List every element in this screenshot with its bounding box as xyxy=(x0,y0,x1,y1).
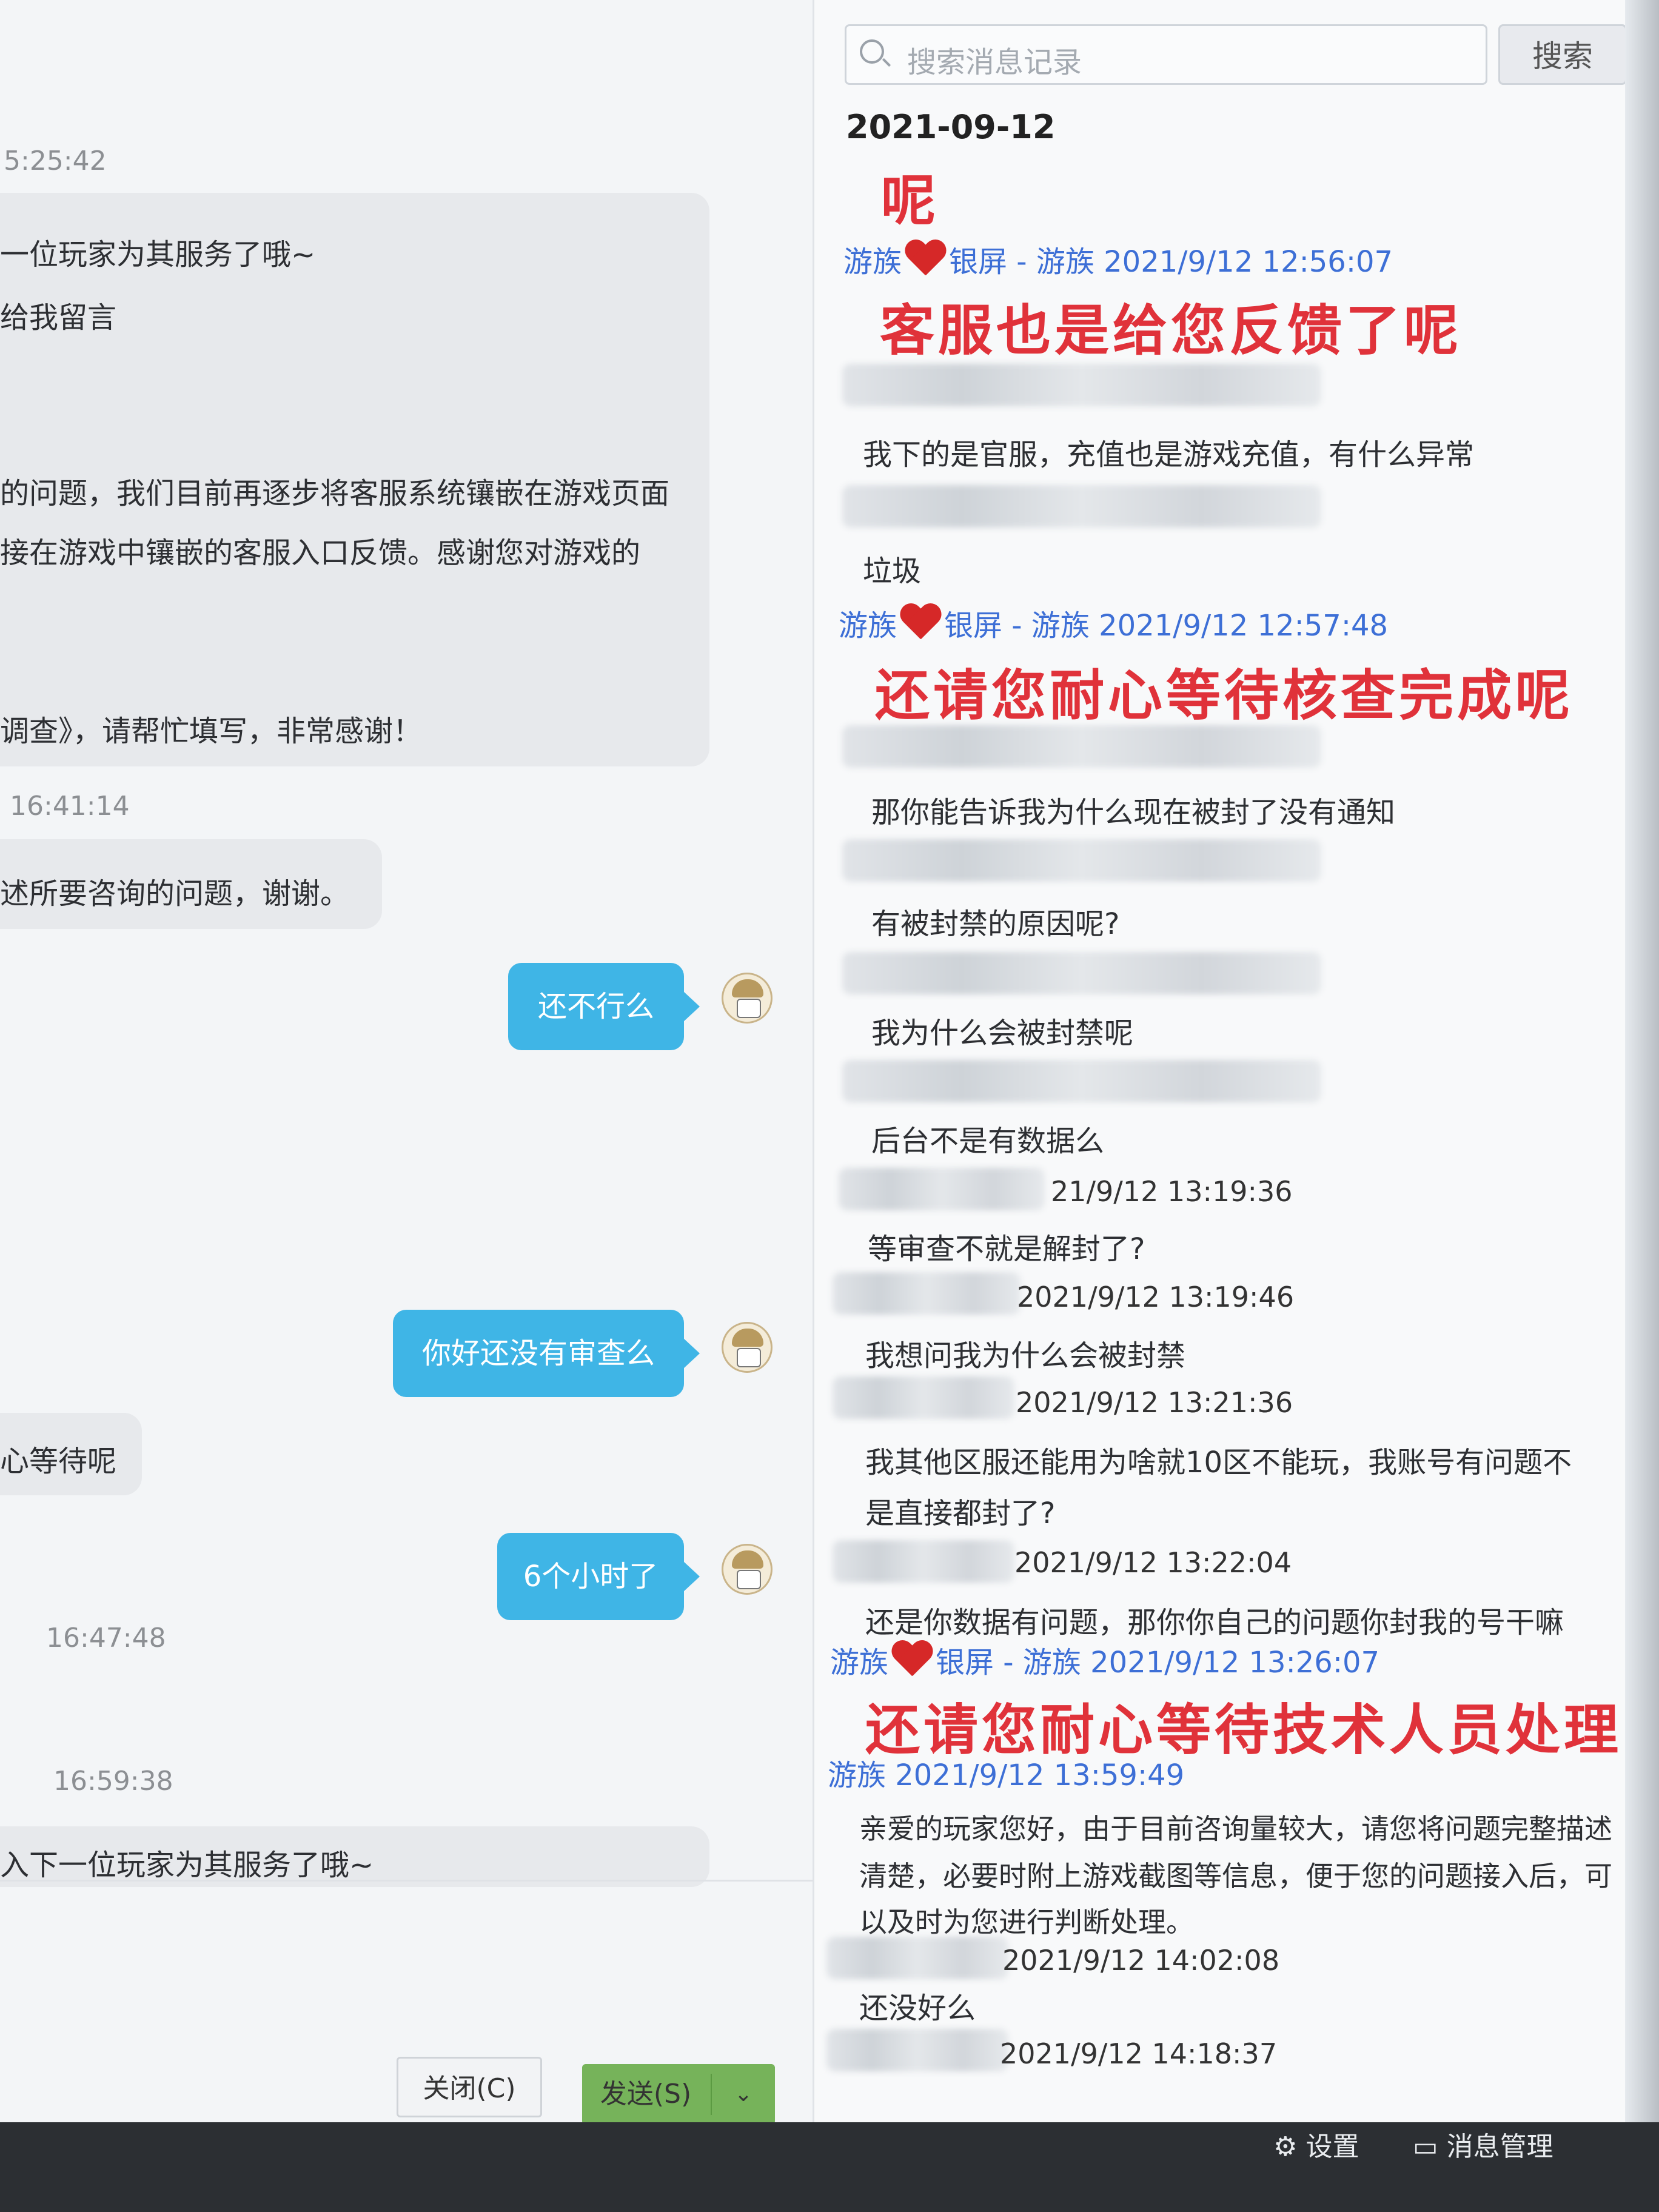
redacted-sender xyxy=(826,1937,1008,1979)
redacted-sender xyxy=(826,2029,1008,2071)
message-icon: ▭ xyxy=(1413,2131,1438,2162)
gear-icon: ⚙ xyxy=(1273,2131,1298,2162)
heart-icon xyxy=(904,240,947,279)
history-message: 后台不是有数据么 xyxy=(871,1124,1105,1158)
history-message: 我想问我为什么会被封禁 xyxy=(865,1339,1186,1373)
heart-icon xyxy=(891,1641,933,1680)
agent-reply-text: 呢 xyxy=(881,169,939,233)
taskbar xyxy=(0,2122,1659,2212)
message-text: 接在游戏中镶嵌的客服入口反馈。感谢您对游戏的 xyxy=(0,536,641,570)
agent-header: 游族 银屏 - 游族 2021/9/12 12:57:48 xyxy=(839,602,1388,644)
message-text: 心等待呢 xyxy=(0,1444,117,1478)
agent-reply-text: 还请您耐心等待核查完成呢 xyxy=(875,664,1574,728)
send-label: 发送(S) xyxy=(600,2079,692,2110)
timestamp: 5:25:42 xyxy=(4,146,107,176)
message-time: 2021/9/12 13:22:04 xyxy=(1014,1546,1292,1579)
redacted-sender xyxy=(842,485,1321,528)
history-message: 亲爱的玩家您好，由于目前咨询量较大，请您将问题完整描述 xyxy=(859,1812,1612,1845)
message-time: 2021/9/12 13:21:36 xyxy=(1016,1386,1293,1419)
agent-header: 游族 2021/9/12 13:59:49 xyxy=(828,1758,1185,1792)
agent-header: 游族 银屏 - 游族 2021/9/12 13:26:07 xyxy=(830,1638,1379,1681)
redacted-sender xyxy=(833,1540,1014,1583)
message-manage-button[interactable]: ▭ 消息管理 xyxy=(1413,2125,1553,2163)
search-button[interactable]: 搜索 xyxy=(1498,24,1625,85)
close-button[interactable]: 关闭(C) xyxy=(397,2057,542,2117)
user-avatar xyxy=(722,1322,773,1373)
chat-window: 5:25:42 一位玩家为其服务了哦~ 给我留言 的问题，我们目前再逐步将客服系… xyxy=(0,0,1625,2122)
redacted-sender xyxy=(842,364,1321,406)
agent-reply-text: 客服也是给您反馈了呢 xyxy=(880,299,1462,363)
agent-name: 游族 xyxy=(839,609,897,643)
search-icon xyxy=(860,39,884,64)
message-manage-label: 消息管理 xyxy=(1446,2131,1553,2162)
timestamp: 16:47:48 xyxy=(46,1623,166,1654)
agent-meta: 银屏 - 游族 2021/9/12 12:56:07 xyxy=(949,245,1393,279)
message-text: 一位玩家为其服务了哦~ xyxy=(0,238,316,272)
timestamp: 16:59:38 xyxy=(53,1766,173,1797)
history-message: 垃圾 xyxy=(863,554,922,588)
user-avatar xyxy=(722,1544,773,1595)
message-text: 给我留言 xyxy=(0,301,117,335)
search-placeholder: 搜索消息记录 xyxy=(907,45,1082,79)
redacted-sender xyxy=(839,1168,1045,1210)
timestamp: 16:41:14 xyxy=(10,791,130,822)
redacted-sender xyxy=(842,839,1321,882)
history-message: 等审查不就是解封了? xyxy=(868,1232,1145,1266)
redacted-sender xyxy=(833,1376,1014,1419)
message-text: 述所要咨询的问题，谢谢。 xyxy=(0,877,350,911)
message-time: 21/9/12 13:19:36 xyxy=(1051,1175,1293,1208)
chat-pane: 5:25:42 一位玩家为其服务了哦~ 给我留言 的问题，我们目前再逐步将客服系… xyxy=(0,0,813,2122)
agent-name: 游族 xyxy=(843,245,902,279)
message-text: 入下一位玩家为其服务了哦~ xyxy=(0,1848,374,1882)
agent-name: 游族 xyxy=(830,1646,889,1680)
window-edge xyxy=(1625,0,1659,2122)
history-message: 还是你数据有问题，那你你自己的问题你封我的号干嘛 xyxy=(865,1606,1564,1640)
message-text: 调查》，请帮忙填写，非常感谢！ xyxy=(0,714,423,748)
history-message: 我其他区服还能用为啥就10区不能玩，我账号有问题不 xyxy=(865,1446,1572,1480)
history-message: 我为什么会被封禁呢 xyxy=(871,1016,1134,1050)
message-time: 2021/9/12 14:18:37 xyxy=(1000,2037,1278,2070)
input-divider xyxy=(0,1880,813,1882)
history-message: 以及时为您进行判断处理。 xyxy=(859,1906,1194,1939)
settings-label: 设置 xyxy=(1305,2131,1359,2162)
user-avatar xyxy=(722,973,773,1024)
redacted-sender xyxy=(833,1272,1021,1315)
history-message: 那你能告诉我为什么现在被封了没有通知 xyxy=(871,796,1396,830)
agent-meta: 银屏 - 游族 2021/9/12 12:57:48 xyxy=(944,609,1389,643)
history-message: 是直接都封了? xyxy=(865,1496,1056,1530)
agent-meta: 银屏 - 游族 2021/9/12 13:26:07 xyxy=(936,1646,1380,1680)
chevron-down-icon[interactable]: ⌄ xyxy=(712,2064,775,2122)
history-date: 2021-09-12 xyxy=(846,108,1056,146)
user-message-bubble: 6个小时了 xyxy=(497,1533,700,1620)
message-time: 2021/9/12 14:02:08 xyxy=(1002,1944,1280,1977)
history-message: 有被封禁的原因呢? xyxy=(871,907,1120,941)
heart-icon xyxy=(899,604,942,643)
user-message-bubble: 你好还没有审查么 xyxy=(393,1310,700,1397)
history-message: 清楚，必要时附上游戏截图等信息，便于您的问题接入后，可 xyxy=(859,1860,1612,1892)
history-message: 还没好么 xyxy=(859,1991,976,2025)
user-message-bubble: 还不行么 xyxy=(508,963,700,1050)
settings-button[interactable]: ⚙ 设置 xyxy=(1273,2125,1359,2163)
redacted-sender xyxy=(842,725,1321,768)
history-pane: 搜索消息记录 搜索 2021-09-12 呢 游族银屏 - 游族 2021/9/… xyxy=(813,0,1625,2122)
message-time: 2021/9/12 13:19:46 xyxy=(1017,1281,1295,1313)
history-message: 我下的是官服，充值也是游戏充值，有什么异常 xyxy=(863,438,1475,472)
send-button[interactable]: 发送(S) ⌄ xyxy=(582,2064,775,2122)
message-text: 的问题，我们目前再逐步将客服系统镶嵌在游戏页面 xyxy=(0,477,670,511)
redacted-sender xyxy=(842,952,1321,994)
agent-header: 游族 银屏 - 游族 2021/9/12 12:56:07 xyxy=(843,238,1393,280)
redacted-sender xyxy=(842,1060,1321,1102)
search-input[interactable]: 搜索消息记录 xyxy=(845,24,1487,85)
